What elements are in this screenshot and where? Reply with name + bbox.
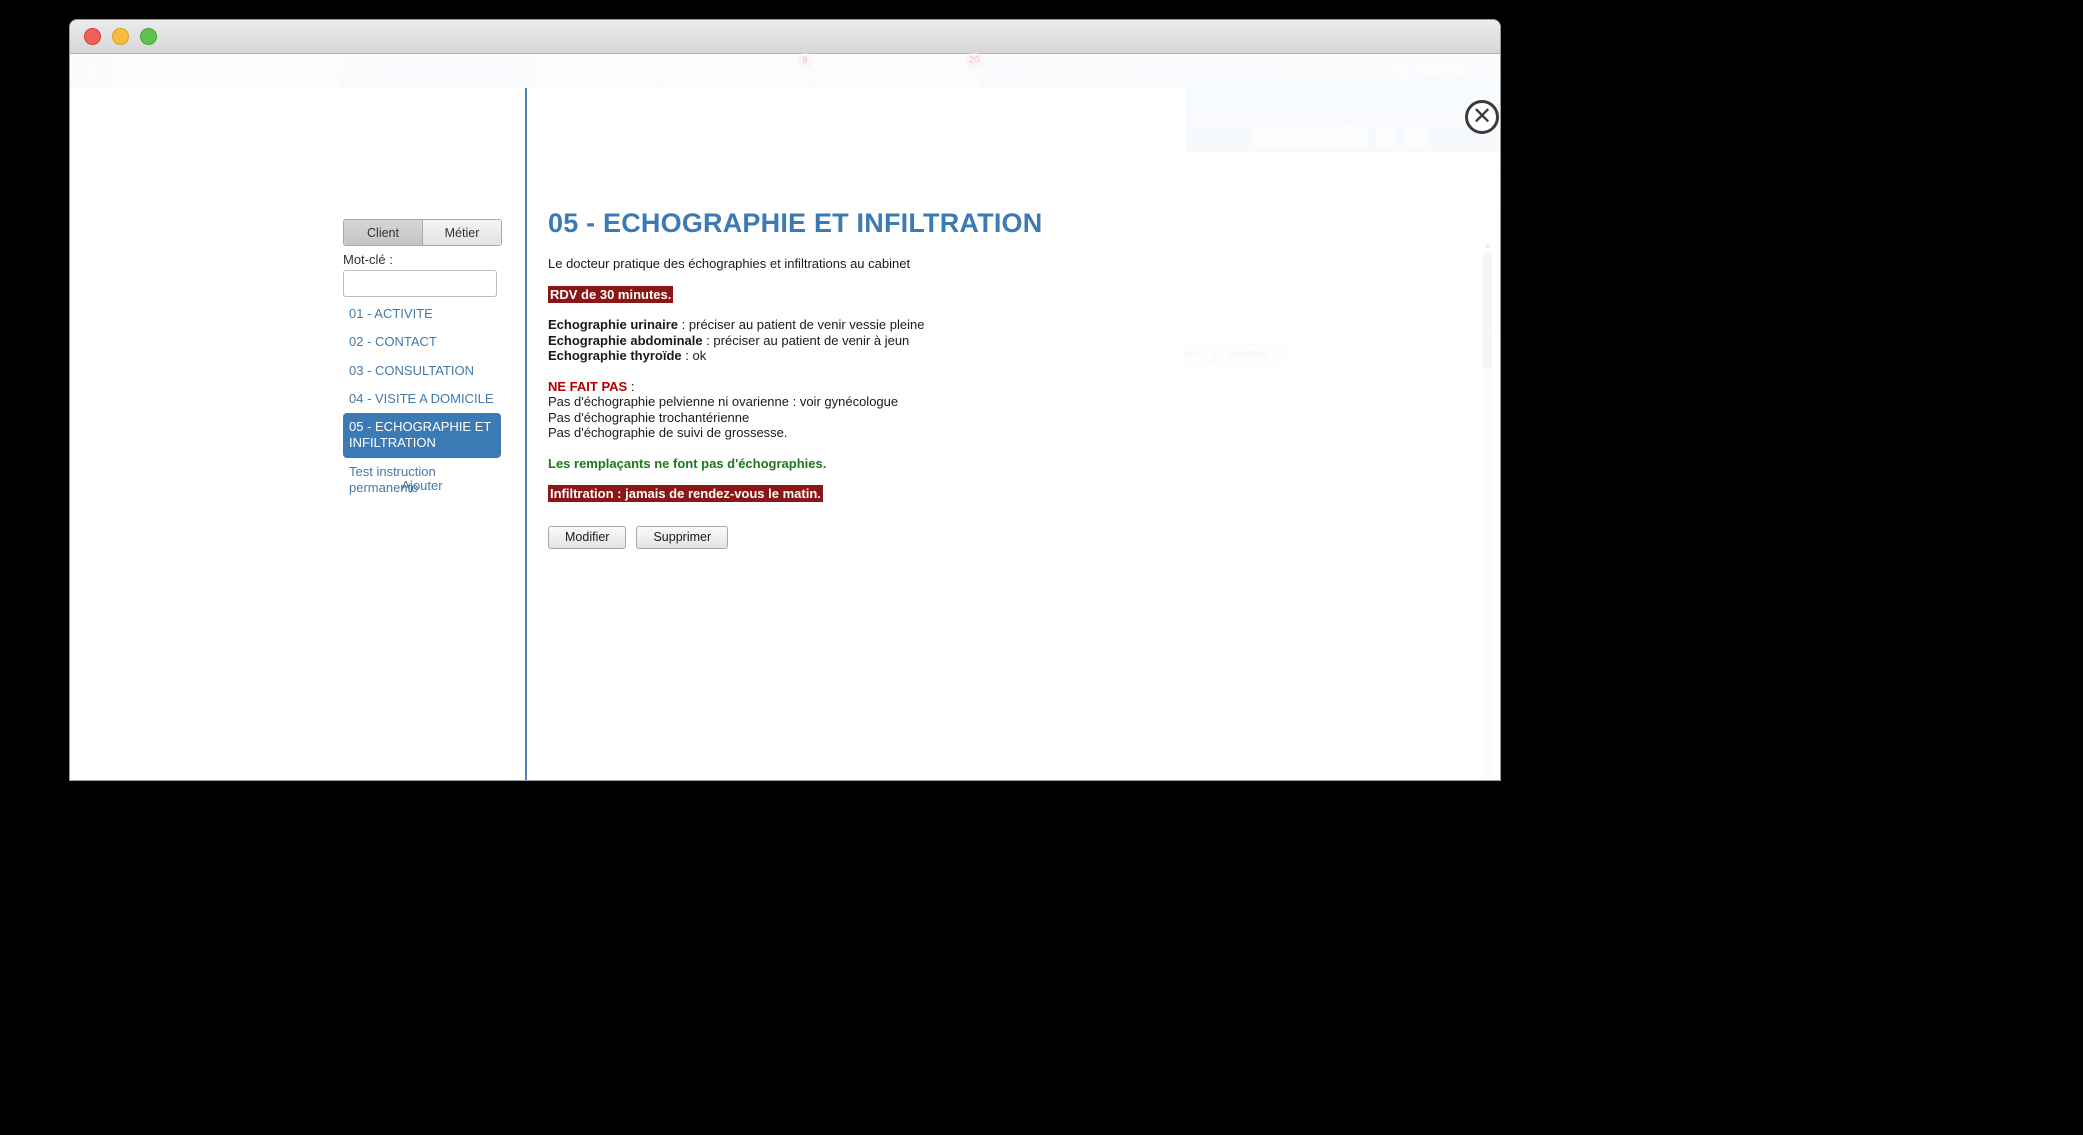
instruction-rdv-highlight: RDV de 30 minutes. xyxy=(548,285,1148,303)
instruction-exclusion-2: Pas d'échographie trochantérienne xyxy=(548,409,750,425)
modal-column-divider xyxy=(525,88,527,780)
close-icon[interactable]: ✕ xyxy=(1465,100,1499,134)
app-window: Cabinet médical de la rade Appels en att… xyxy=(70,20,1500,780)
instruction-exclusion-3: Pas d'échographie de suivi de grossesse. xyxy=(548,425,788,440)
segment-metier[interactable]: Métier xyxy=(422,220,501,245)
instruction-item-03[interactable]: 03 - CONSULTATION xyxy=(343,357,501,385)
window-close-button[interactable] xyxy=(84,28,101,45)
instruction-intro: Le docteur pratique des échographies et … xyxy=(548,256,911,271)
echo-urinaire-label: Echographie urinaire xyxy=(548,317,679,332)
segment-client[interactable]: Client xyxy=(344,220,422,245)
green-note-text: Les remplaçants ne font pas d'échographi… xyxy=(548,455,827,471)
instruction-modal: Client Métier Mot-clé : 01 - ACTIVITE 02… xyxy=(70,88,1185,780)
ne-fait-pas-colon: : xyxy=(627,378,635,394)
echo-abdominale-text: : préciser au patient de venir à jeun xyxy=(702,332,910,348)
modify-button[interactable]: Modifier xyxy=(548,526,627,549)
instruction-echo-urinaire: Echographie urinaire : préciser au patie… xyxy=(548,317,1148,333)
echo-urinaire-text: : préciser au patient de venir vessie pl… xyxy=(678,317,925,332)
instruction-echo-abdominale: Echographie abdominale : préciser au pat… xyxy=(548,333,1148,349)
instruction-item-04[interactable]: 04 - VISITE A DOMICILE xyxy=(343,385,501,413)
echo-abdominale-label: Echographie abdominale xyxy=(548,332,703,348)
instruction-echo-thyroide: Echographie thyroïde : ok xyxy=(548,348,1148,364)
instruction-title: 05 - ECHOGRAPHIE ET INFILTRATION xyxy=(548,208,1043,238)
keyword-input[interactable] xyxy=(343,270,497,297)
instruction-green-note: Les remplaçants ne font pas d'échographi… xyxy=(548,456,1148,472)
segmented-client-metier[interactable]: Client Métier xyxy=(343,219,502,246)
window-titlebar xyxy=(70,20,1500,54)
instruction-exclusion-1: Pas d'échographie pelvienne ni ovarienne… xyxy=(548,394,899,409)
instruction-list: 01 - ACTIVITE 02 - CONTACT 03 - CONSULTA… xyxy=(343,300,501,502)
infiltration-highlight-text: Infiltration : jamais de rendez-vous le … xyxy=(548,485,823,502)
instruction-document: 05 - ECHOGRAPHIE ET INFILTRATION Le doct… xyxy=(548,208,1148,502)
ne-fait-pas-label: NE FAIT PAS xyxy=(548,378,628,394)
keyword-label: Mot-clé : xyxy=(343,252,393,267)
rdv-highlight-text: RDV de 30 minutes. xyxy=(548,285,674,303)
instruction-item-01[interactable]: 01 - ACTIVITE xyxy=(343,300,501,328)
instruction-ne-fait-pas-heading: NE FAIT PAS : xyxy=(548,379,1148,395)
app-body: Cabinet médical de la rade Appels en att… xyxy=(70,53,1500,780)
window-zoom-button[interactable] xyxy=(140,28,157,45)
instruction-item-05[interactable]: 05 - ECHOGRAPHIE ET INFILTRATION xyxy=(343,413,501,458)
window-minimize-button[interactable] xyxy=(112,28,129,45)
instruction-infiltration-highlight: Infiltration : jamais de rendez-vous le … xyxy=(548,485,1148,502)
screenshot-root: Cabinet médical de la rade Appels en att… xyxy=(0,0,2083,1135)
add-instruction-link[interactable]: Ajouter xyxy=(343,478,501,493)
echo-thyroide-text: : ok xyxy=(681,348,707,363)
delete-button[interactable]: Supprimer xyxy=(636,526,729,549)
document-actions: Modifier Supprimer xyxy=(548,526,729,549)
echo-thyroide-label: Echographie thyroïde xyxy=(548,348,682,363)
instruction-item-02[interactable]: 02 - CONTACT xyxy=(343,328,501,356)
